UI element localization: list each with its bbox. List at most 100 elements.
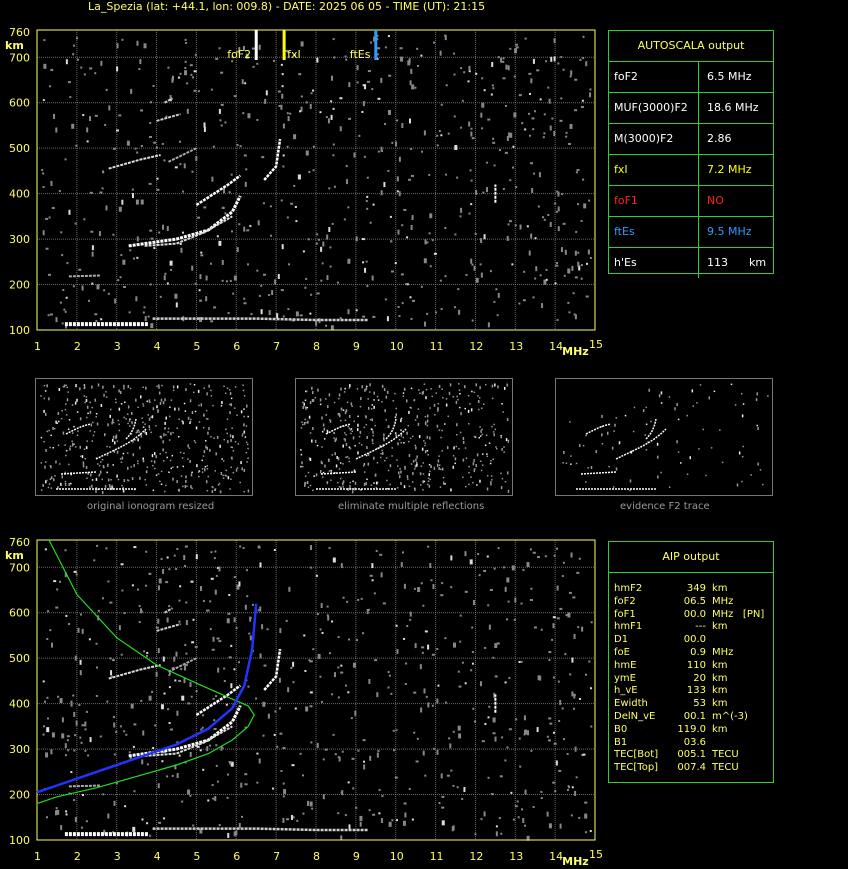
noise-dot — [523, 715, 526, 721]
noise-dot — [355, 236, 358, 242]
thumb-noise — [187, 444, 189, 448]
noise-dot — [326, 605, 329, 608]
noise-dot — [410, 317, 413, 320]
noise-dot — [103, 289, 106, 292]
y-tick-label: 300 — [9, 743, 30, 756]
aip-value: 00.1 — [683, 710, 706, 722]
noise-dot — [185, 652, 188, 655]
thumb-noise — [741, 414, 744, 418]
noise-dot — [246, 263, 249, 266]
thumb-noise — [339, 462, 342, 464]
noise-dot — [572, 596, 576, 599]
thumb-noise — [645, 406, 647, 409]
noise-dot — [88, 299, 91, 302]
thumb-noise — [563, 451, 565, 455]
thumb-noise — [87, 412, 89, 415]
noise-dot — [272, 787, 275, 790]
noise-dot — [282, 817, 285, 823]
noise-dot — [211, 176, 214, 182]
thumb-noise — [345, 442, 348, 446]
noise-dot — [227, 612, 231, 615]
thumb-noise — [142, 426, 145, 428]
noise-dot — [439, 279, 442, 282]
noise-dot — [331, 620, 334, 623]
thumb-noise — [427, 480, 430, 483]
thumb-noise — [364, 415, 367, 417]
aip-key: DelN_vE — [614, 710, 656, 722]
noise-dot — [46, 727, 50, 733]
noise-dot — [221, 259, 224, 265]
thumb-noise — [369, 383, 371, 387]
thumb-noise — [116, 440, 119, 442]
noise-dot — [404, 682, 407, 685]
thumb-noise — [62, 386, 65, 388]
noise-dot — [167, 66, 170, 69]
thumb-noise — [207, 431, 209, 435]
noise-dot — [261, 624, 264, 630]
thumb-noise — [454, 462, 456, 465]
thumb-noise — [231, 446, 234, 449]
noise-dot — [292, 661, 295, 667]
noise-dot — [521, 122, 524, 125]
noise-dot — [315, 574, 318, 577]
noise-dot — [515, 718, 518, 721]
noise-dot — [383, 182, 386, 188]
noise-dot — [333, 185, 336, 188]
thumb-noise — [384, 409, 386, 413]
thumb-noise — [756, 392, 759, 396]
noise-dot — [570, 552, 573, 558]
thumb-noise — [464, 385, 466, 389]
noise-dot — [298, 73, 302, 76]
noise-dot — [66, 262, 69, 265]
noise-dot — [282, 154, 285, 157]
thumb-noise — [170, 467, 173, 470]
noise-dot — [493, 300, 496, 303]
x-tick-label: 12 — [469, 850, 483, 863]
thumb-noise — [350, 402, 353, 406]
noise-dot — [584, 801, 588, 804]
noise-dot — [319, 628, 322, 631]
thumb-noise — [170, 433, 172, 435]
noise-dot — [413, 587, 416, 590]
thumb-noise — [123, 479, 126, 483]
thumb-noise — [475, 383, 478, 387]
thumb-noise — [46, 430, 49, 433]
thumb-noise — [399, 475, 401, 479]
thumb-noise — [360, 444, 363, 446]
noise-dot — [460, 207, 463, 213]
thumb-noise — [363, 471, 366, 473]
thumb-noise — [123, 416, 125, 419]
thumb-noise — [691, 389, 694, 393]
noise-dot — [577, 203, 580, 206]
thumb-noise — [123, 384, 125, 388]
thumb-noise — [105, 396, 108, 398]
noise-dot — [506, 577, 510, 583]
noise-dot — [236, 247, 239, 253]
noise-dot — [457, 288, 460, 291]
noise-dot — [158, 231, 161, 234]
noise-dot — [532, 551, 536, 554]
noise-dot — [339, 97, 343, 100]
noise-dot — [499, 775, 503, 778]
noise-dot — [411, 84, 415, 90]
noise-dot — [328, 652, 331, 655]
thumb-noise — [456, 423, 458, 427]
thumb-noise — [164, 427, 166, 429]
thumb-noise — [97, 383, 100, 387]
thumb-noise — [120, 461, 123, 464]
thumb-noise — [189, 383, 192, 385]
noise-dot — [305, 101, 308, 104]
noise-dot — [453, 73, 456, 76]
thumb-noise — [182, 465, 185, 468]
noise-dot — [345, 179, 348, 185]
thumb-noise — [314, 397, 317, 399]
noise-dot — [115, 129, 119, 132]
thumb-noise — [319, 398, 322, 402]
thumb-noise — [405, 399, 408, 403]
noise-dot — [148, 695, 152, 701]
noise-dot — [570, 70, 573, 76]
noise-dot — [545, 268, 548, 271]
thumb-noise — [500, 486, 503, 490]
thumb-noise — [181, 420, 184, 422]
noise-dot — [436, 749, 439, 755]
